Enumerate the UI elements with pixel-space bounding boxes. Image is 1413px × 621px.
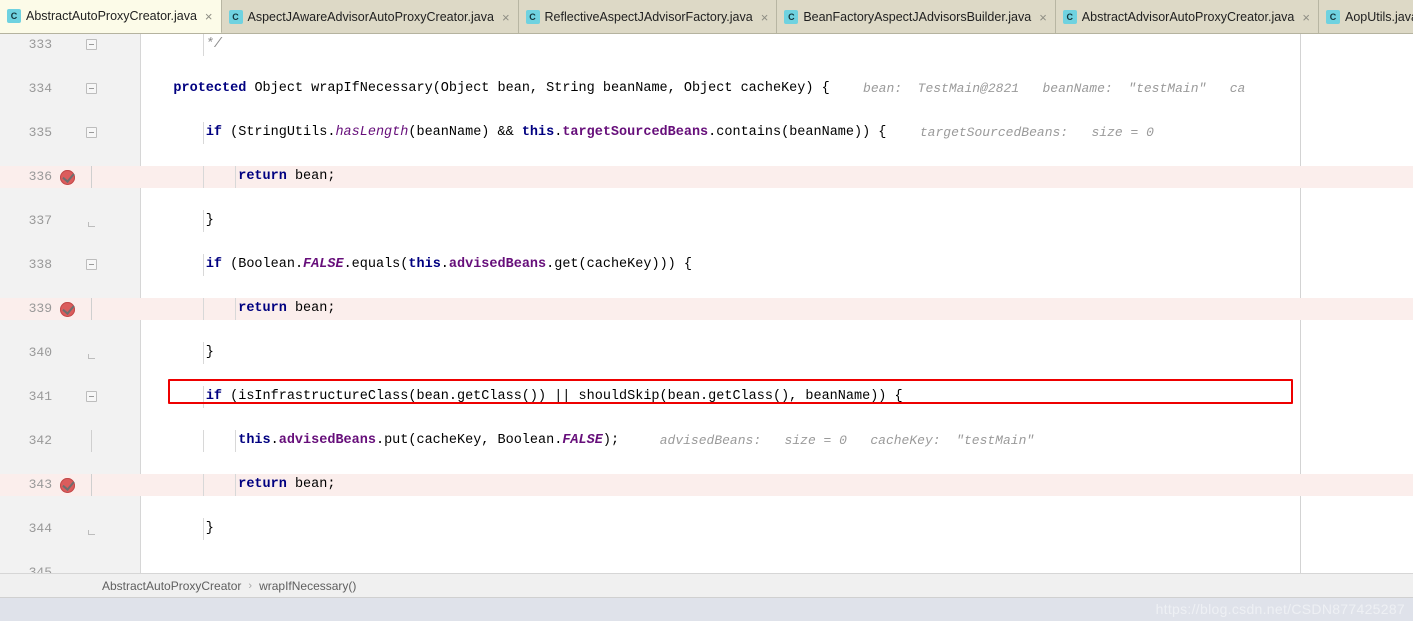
code-line-background bbox=[141, 34, 1413, 56]
editor-tab-aspectjawareadvisorautoproxycreator[interactable]: C AspectJAwareAdvisorAutoProxyCreator.ja… bbox=[221, 0, 519, 33]
tab-label: AbstractAdvisorAutoProxyCreator.java bbox=[1081, 9, 1295, 24]
code-lines: 333 */ 334 protected Object wrapIfNecessa… bbox=[0, 34, 1413, 573]
code-text: protected Object wrapIfNecessary(Object … bbox=[173, 81, 830, 96]
code-folding-icon[interactable] bbox=[86, 83, 97, 94]
code-text: return bean; bbox=[238, 169, 336, 184]
line-number: 337 bbox=[28, 213, 52, 228]
folding-region-line bbox=[91, 166, 92, 188]
line-number: 343 bbox=[28, 477, 52, 492]
line-number: 333 bbox=[28, 37, 52, 52]
line-number: 338 bbox=[28, 257, 52, 272]
editor-tab-reflectiveaspectjadvisorfactory[interactable]: C ReflectiveAspectJAdvisorFactory.java × bbox=[518, 0, 778, 33]
close-icon[interactable]: × bbox=[761, 11, 769, 24]
close-icon[interactable]: × bbox=[1039, 11, 1047, 24]
java-class-icon: C bbox=[7, 9, 21, 23]
code-folding-icon[interactable] bbox=[86, 127, 97, 138]
code-folding-icon[interactable] bbox=[86, 39, 97, 50]
editor-tab-beanfactoryaspectjadvisorsbuilder[interactable]: C BeanFactoryAspectJAdvisorsBuilder.java… bbox=[777, 0, 1056, 33]
folding-region-line bbox=[91, 430, 92, 452]
folding-region-line bbox=[91, 474, 92, 496]
tab-label: BeanFactoryAspectJAdvisorsBuilder.java bbox=[803, 9, 1032, 24]
inline-debug-hint: targetSourcedBeans: size = 0 bbox=[904, 125, 1154, 140]
code-text: return bean; bbox=[238, 477, 336, 492]
editor-tab-abstractautoproxycreator[interactable]: C AbstractAutoProxyCreator.java × bbox=[0, 0, 222, 33]
code-text: } bbox=[141, 521, 214, 536]
code-line[interactable]: 334 protected Object wrapIfNecessary(Obj… bbox=[0, 78, 1413, 100]
java-class-icon: C bbox=[784, 10, 799, 24]
inline-debug-hint: advisedBeans: size = 0 cacheKey: "testMa… bbox=[636, 433, 1035, 448]
line-number: 344 bbox=[28, 521, 52, 536]
breakpoint-verified-icon[interactable] bbox=[60, 302, 75, 317]
code-line[interactable]: 345 bbox=[0, 562, 1413, 573]
line-number: 341 bbox=[28, 389, 52, 404]
code-line-background bbox=[141, 518, 1413, 540]
breakpoint-verified-icon[interactable] bbox=[60, 170, 75, 185]
line-number: 339 bbox=[28, 301, 52, 316]
close-icon[interactable]: × bbox=[205, 10, 213, 23]
tab-label: AopUtils.java bbox=[1344, 9, 1413, 24]
code-line[interactable]: 339 return bean; bbox=[0, 298, 1413, 320]
code-editor[interactable]: 333 */ 334 protected Object wrapIfNecessa… bbox=[0, 34, 1413, 573]
code-text: this.advisedBeans.put(cacheKey, Boolean.… bbox=[238, 433, 620, 448]
code-text: */ bbox=[141, 37, 223, 52]
code-folding-icon[interactable] bbox=[86, 259, 97, 270]
inline-debug-hint: bean: TestMain@2821 beanName: "testMain"… bbox=[847, 81, 1246, 96]
breadcrumb-method[interactable]: wrapIfNecessary() bbox=[259, 579, 356, 593]
code-line[interactable]: 341 if (isInfrastructureClass(bean.getCl… bbox=[0, 386, 1413, 408]
folding-region-line bbox=[91, 298, 92, 320]
code-text: return bean; bbox=[238, 301, 336, 316]
watermark-text: https://blog.csdn.net/CSDN877425287 bbox=[1155, 601, 1405, 617]
tab-label: AspectJAwareAdvisorAutoProxyCreator.java bbox=[247, 9, 494, 24]
breakpoint-verified-icon[interactable] bbox=[60, 478, 75, 493]
code-line[interactable]: 336 return bean; bbox=[0, 166, 1413, 188]
code-text: } bbox=[141, 345, 214, 360]
chevron-right-icon: › bbox=[248, 579, 253, 592]
close-icon[interactable]: × bbox=[1302, 11, 1310, 24]
code-line[interactable]: 335 if (StringUtils.hasLength(beanName) … bbox=[0, 122, 1413, 144]
idea-window: C AbstractAutoProxyCreator.java × C Aspe… bbox=[0, 0, 1413, 621]
line-number: 335 bbox=[28, 125, 52, 140]
code-line[interactable]: 340 } bbox=[0, 342, 1413, 364]
java-class-icon: C bbox=[525, 10, 540, 24]
code-line[interactable]: 342 this.advisedBeans.put(cacheKey, Bool… bbox=[0, 430, 1413, 452]
code-line[interactable]: 333 */ bbox=[0, 34, 1413, 56]
code-line[interactable]: 337 } bbox=[0, 210, 1413, 232]
java-class-icon: C bbox=[1325, 10, 1340, 24]
line-number: 334 bbox=[28, 81, 52, 96]
code-line[interactable]: 344 } bbox=[0, 518, 1413, 540]
line-number: 345 bbox=[28, 565, 52, 573]
folding-region-end bbox=[88, 354, 95, 359]
code-line[interactable]: 343 return bean; bbox=[0, 474, 1413, 496]
breadcrumb: AbstractAutoProxyCreator › wrapIfNecessa… bbox=[0, 573, 1413, 598]
tab-label: ReflectiveAspectJAdvisorFactory.java bbox=[544, 9, 753, 24]
java-class-icon: C bbox=[1062, 10, 1077, 24]
tab-label: AbstractAutoProxyCreator.java bbox=[26, 8, 197, 23]
line-number: 336 bbox=[28, 169, 52, 184]
folding-region-end bbox=[88, 530, 95, 535]
editor-tab-bar: C AbstractAutoProxyCreator.java × C Aspe… bbox=[0, 0, 1413, 34]
code-text: } bbox=[141, 213, 214, 228]
java-class-icon: C bbox=[228, 10, 243, 24]
code-line-background bbox=[141, 562, 1413, 573]
folding-region-end bbox=[88, 222, 95, 227]
code-line-background bbox=[141, 210, 1413, 232]
code-text: if (Boolean.FALSE.equals(this.advisedBea… bbox=[205, 257, 692, 272]
code-text: if (StringUtils.hasLength(beanName) && t… bbox=[205, 125, 887, 140]
code-text: if (isInfrastructureClass(bean.getClass(… bbox=[205, 389, 903, 404]
close-icon[interactable]: × bbox=[502, 11, 510, 24]
editor-tab-aoputils[interactable]: C AopUtils.java × bbox=[1318, 0, 1413, 33]
code-folding-icon[interactable] bbox=[86, 391, 97, 402]
line-number: 340 bbox=[28, 345, 52, 360]
code-line-background bbox=[141, 342, 1413, 364]
line-number: 342 bbox=[28, 433, 52, 448]
code-line[interactable]: 338 if (Boolean.FALSE.equals(this.advise… bbox=[0, 254, 1413, 276]
breadcrumb-class[interactable]: AbstractAutoProxyCreator bbox=[102, 579, 241, 593]
editor-tab-abstractadvisorautoproxycreator[interactable]: C AbstractAdvisorAutoProxyCreator.java × bbox=[1055, 0, 1319, 33]
